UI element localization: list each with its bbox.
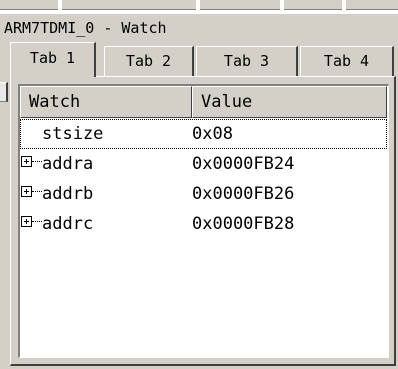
plus-box-icon[interactable] (21, 156, 32, 167)
watch-value: 0x0000FB26 (192, 184, 295, 204)
watch-value: 0x0000FB24 (192, 154, 295, 174)
watch-name: addrc (42, 214, 94, 234)
tab-3[interactable]: Tab 3 (196, 46, 298, 76)
watch-list[interactable]: Watch Value stsize 0x08 addra 0x0000FB24… (18, 84, 389, 358)
watch-row[interactable]: addrc 0x0000FB28 (20, 209, 387, 239)
column-header-value[interactable]: Value (192, 86, 387, 118)
parent-toolbar-segment (284, 0, 342, 10)
watch-row[interactable]: stsize 0x08 (20, 119, 387, 149)
tab-panel: Watch Value stsize 0x08 addra 0x0000FB24… (10, 76, 396, 366)
parent-toolbar-segment (62, 0, 196, 10)
parent-toolbar-segment (346, 0, 398, 10)
plus-box-icon[interactable] (21, 186, 32, 197)
window-title[interactable]: ARM7TDMI_0 - Watch (0, 14, 398, 42)
watch-value: 0x08 (192, 124, 233, 144)
parent-toolbar-segment (0, 0, 58, 10)
watch-row[interactable]: addrb 0x0000FB26 (20, 179, 387, 209)
tree-connector (32, 191, 42, 192)
watch-name: addra (42, 154, 94, 174)
watch-value: 0x0000FB28 (192, 214, 295, 234)
watch-name: addrb (42, 184, 94, 204)
tree-connector (32, 161, 42, 162)
tab-4[interactable]: Tab 4 (300, 46, 394, 76)
tree-connector (32, 221, 42, 222)
watch-name: stsize (42, 124, 104, 144)
parent-window-edge (0, 0, 398, 14)
watch-window: ARM7TDMI_0 - Watch Tab 1 Tab 2 Tab 3 Tab… (0, 14, 398, 369)
tab-1[interactable]: Tab 1 (10, 42, 96, 77)
tab-strip: Tab 1 Tab 2 Tab 3 Tab 4 (10, 42, 394, 77)
tab-2[interactable]: Tab 2 (104, 46, 194, 76)
dock-handle[interactable] (0, 82, 8, 102)
watch-row[interactable]: addra 0x0000FB24 (20, 149, 387, 179)
column-header-watch[interactable]: Watch (20, 86, 192, 118)
plus-box-icon[interactable] (21, 216, 32, 227)
parent-toolbar-segment (200, 0, 280, 10)
